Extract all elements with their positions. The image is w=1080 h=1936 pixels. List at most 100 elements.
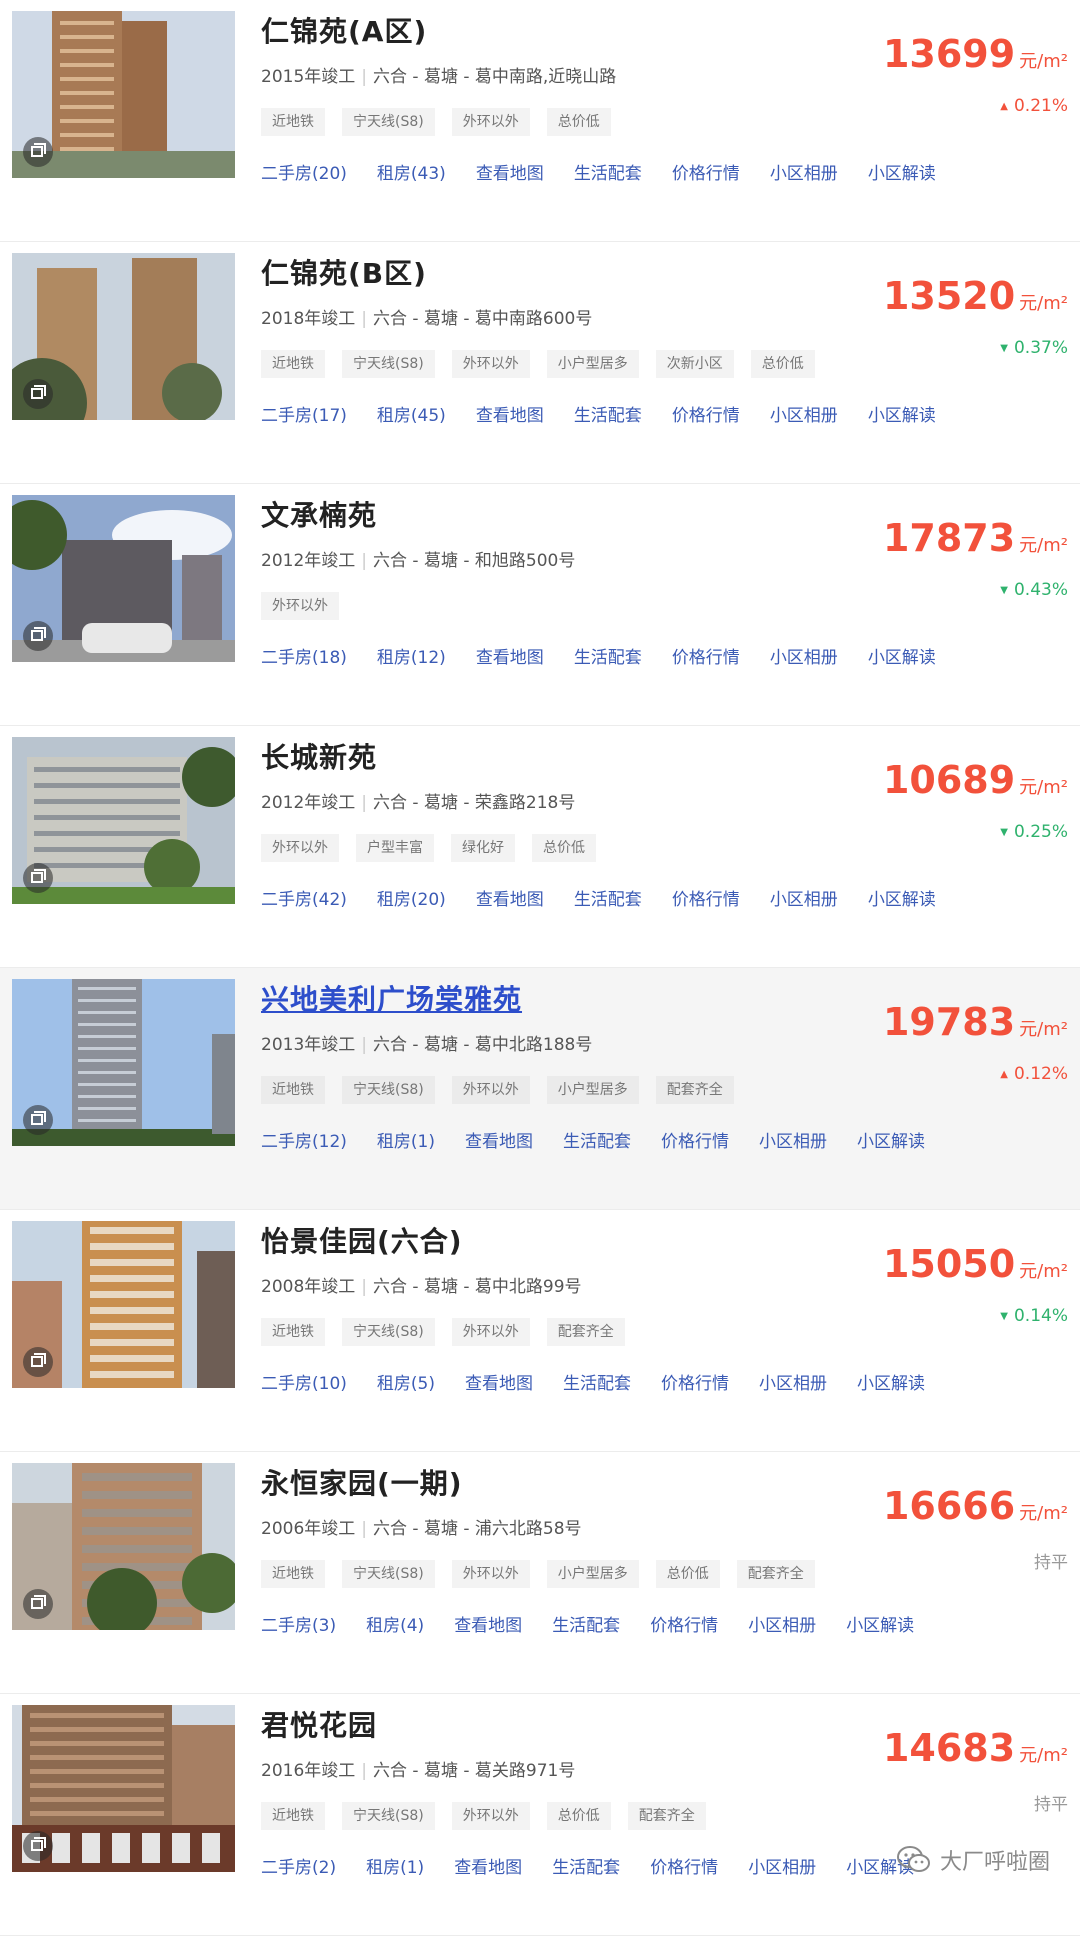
community-name[interactable]: 文承楠苑	[261, 494, 377, 534]
second-hand-link[interactable]: 二手房(10)	[261, 1369, 347, 1394]
map-link[interactable]: 查看地图	[476, 159, 544, 184]
wechat-icon	[896, 1846, 930, 1872]
gallery-icon[interactable]	[23, 1589, 53, 1619]
map-link[interactable]: 查看地图	[454, 1611, 522, 1636]
album-link[interactable]: 小区相册	[759, 1127, 827, 1152]
community-photo[interactable]	[12, 1705, 235, 1872]
price-trend-link[interactable]: 价格行情	[672, 885, 740, 910]
price-trend-link[interactable]: 价格行情	[661, 1127, 729, 1152]
album-link[interactable]: 小区相册	[770, 885, 838, 910]
amenities-link[interactable]: 生活配套	[563, 1127, 631, 1152]
amenities-link[interactable]: 生活配套	[563, 1369, 631, 1394]
rental-link[interactable]: 租房(12)	[377, 643, 446, 668]
community-photo[interactable]	[12, 1221, 235, 1388]
rental-link[interactable]: 租房(43)	[377, 159, 446, 184]
feature-tag: 总价低	[655, 1560, 720, 1588]
community-links: 二手房(10) 租房(5) 查看地图 生活配套 价格行情 小区相册 小区解读	[261, 1369, 955, 1394]
community-listing[interactable]: 仁锦苑(A区) 2015年竣工 | 六合 - 葛塘 - 葛中南路,近晓山路 近地铁宁…	[0, 0, 1080, 242]
community-name[interactable]: 长城新苑	[261, 736, 377, 776]
community-photo[interactable]	[12, 253, 235, 420]
price-value: 10689	[882, 758, 1016, 802]
second-hand-link[interactable]: 二手房(12)	[261, 1127, 347, 1152]
gallery-icon[interactable]	[23, 379, 53, 409]
community-listing[interactable]: 君悦花园 2016年竣工 | 六合 - 葛塘 - 葛关路971号 近地铁 宁天线(S8…	[0, 1694, 1080, 1936]
feature-tag: 宁天线(S8)	[342, 1076, 435, 1104]
community-photo[interactable]	[12, 979, 235, 1146]
community-listing[interactable]: 永恒家园(一期) 2006年竣工 | 六合 - 葛塘 - 浦六北路58号 近地铁 宁天…	[0, 1452, 1080, 1694]
community-meta: 2013年竣工 | 六合 - 葛塘 - 葛中北路188号	[261, 1035, 593, 1055]
community-listing[interactable]: 仁锦苑(B区) 2018年竣工 | 六合 - 葛塘 - 葛中南路600号 近地铁 宁天…	[0, 242, 1080, 484]
analysis-link[interactable]: 小区解读	[868, 885, 936, 910]
album-link[interactable]: 小区相册	[770, 643, 838, 668]
price-trend-link[interactable]: 价格行情	[650, 1853, 718, 1878]
community-name[interactable]: 兴地美利广场棠雅苑	[261, 978, 522, 1018]
gallery-icon[interactable]	[23, 1831, 53, 1861]
feature-tag: 小户型居多	[546, 350, 639, 378]
analysis-link[interactable]: 小区解读	[857, 1369, 925, 1394]
price-trend-link[interactable]: 价格行情	[672, 159, 740, 184]
rental-link[interactable]: 租房(1)	[377, 1127, 435, 1152]
community-name[interactable]: 君悦花园	[261, 1704, 377, 1744]
gallery-icon[interactable]	[23, 863, 53, 893]
community-listing[interactable]: 文承楠苑 2012年竣工 | 六合 - 葛塘 - 和旭路500号 外环以外 二手房(…	[0, 484, 1080, 726]
rental-link[interactable]: 租房(5)	[377, 1369, 435, 1394]
analysis-link[interactable]: 小区解读	[846, 1611, 914, 1636]
community-listing[interactable]: 怡景佳园(六合) 2008年竣工 | 六合 - 葛塘 - 葛中北路99号 近地铁 宁天…	[0, 1210, 1080, 1452]
rental-link[interactable]: 租房(1)	[366, 1853, 424, 1878]
amenities-link[interactable]: 生活配套	[574, 401, 642, 426]
community-name[interactable]: 永恒家园(一期)	[261, 1462, 463, 1502]
completion-year: 2012年竣工	[261, 551, 356, 571]
amenities-link[interactable]: 生活配套	[552, 1853, 620, 1878]
community-links: 二手房(12) 租房(1) 查看地图 生活配套 价格行情 小区相册 小区解读	[261, 1127, 955, 1152]
second-hand-link[interactable]: 二手房(3)	[261, 1611, 336, 1636]
community-listing[interactable]: 兴地美利广场棠雅苑 2013年竣工 | 六合 - 葛塘 - 葛中北路188号 近地铁…	[0, 968, 1080, 1210]
album-link[interactable]: 小区相册	[748, 1611, 816, 1636]
unit-price: 19783 元/m²	[883, 1000, 1068, 1044]
community-listing[interactable]: 长城新苑 2012年竣工 | 六合 - 葛塘 - 荣鑫路218号 外环以外 户型丰富绿…	[0, 726, 1080, 968]
map-link[interactable]: 查看地图	[476, 885, 544, 910]
rental-link[interactable]: 租房(4)	[366, 1611, 424, 1636]
price-trend-link[interactable]: 价格行情	[672, 401, 740, 426]
triangle-up-icon: ▲	[1000, 101, 1008, 112]
album-link[interactable]: 小区相册	[770, 159, 838, 184]
feature-tag: 近地铁	[261, 350, 325, 378]
second-hand-link[interactable]: 二手房(42)	[261, 885, 347, 910]
second-hand-link[interactable]: 二手房(17)	[261, 401, 347, 426]
album-link[interactable]: 小区相册	[770, 401, 838, 426]
community-photo[interactable]	[12, 737, 235, 904]
second-hand-link[interactable]: 二手房(18)	[261, 643, 347, 668]
map-link[interactable]: 查看地图	[465, 1369, 533, 1394]
gallery-icon[interactable]	[23, 1105, 53, 1135]
second-hand-link[interactable]: 二手房(20)	[261, 159, 347, 184]
map-link[interactable]: 查看地图	[476, 401, 544, 426]
second-hand-link[interactable]: 二手房(2)	[261, 1853, 336, 1878]
community-name[interactable]: 怡景佳园(六合)	[261, 1220, 463, 1260]
rental-link[interactable]: 租房(45)	[377, 401, 446, 426]
gallery-icon[interactable]	[23, 1347, 53, 1377]
amenities-link[interactable]: 生活配套	[574, 643, 642, 668]
gallery-icon[interactable]	[23, 621, 53, 651]
map-link[interactable]: 查看地图	[465, 1127, 533, 1152]
price-trend-link[interactable]: 价格行情	[650, 1611, 718, 1636]
community-name[interactable]: 仁锦苑(B区)	[261, 252, 427, 292]
community-photo[interactable]	[12, 1463, 235, 1630]
amenities-link[interactable]: 生活配套	[574, 159, 642, 184]
album-link[interactable]: 小区相册	[748, 1853, 816, 1878]
analysis-link[interactable]: 小区解读	[868, 401, 936, 426]
map-link[interactable]: 查看地图	[476, 643, 544, 668]
amenities-link[interactable]: 生活配套	[552, 1611, 620, 1636]
gallery-icon[interactable]	[23, 137, 53, 167]
community-name[interactable]: 仁锦苑(A区)	[261, 10, 427, 50]
map-link[interactable]: 查看地图	[454, 1853, 522, 1878]
album-link[interactable]: 小区相册	[759, 1369, 827, 1394]
rental-link[interactable]: 租房(20)	[377, 885, 446, 910]
community-photo[interactable]	[12, 11, 235, 178]
analysis-link[interactable]: 小区解读	[868, 643, 936, 668]
amenities-link[interactable]: 生活配套	[574, 885, 642, 910]
community-info: 永恒家园(一期) 2006年竣工 | 六合 - 葛塘 - 浦六北路58号 近地铁 宁天…	[261, 1452, 1080, 1693]
community-photo[interactable]	[12, 495, 235, 662]
price-trend-link[interactable]: 价格行情	[661, 1369, 729, 1394]
analysis-link[interactable]: 小区解读	[868, 159, 936, 184]
analysis-link[interactable]: 小区解读	[857, 1127, 925, 1152]
price-trend-link[interactable]: 价格行情	[672, 643, 740, 668]
